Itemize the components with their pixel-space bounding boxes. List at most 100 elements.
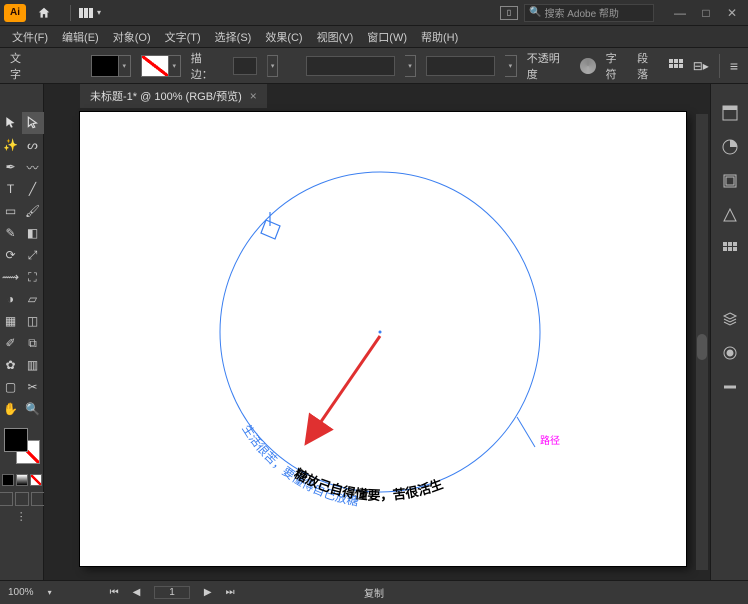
menu-edit[interactable]: 编辑(E): [56, 27, 105, 47]
width-tool[interactable]: ⟿: [0, 266, 22, 288]
eraser-tool[interactable]: ◧: [22, 222, 44, 244]
home-button[interactable]: [32, 4, 56, 22]
curvature-tool[interactable]: 〰: [22, 156, 44, 178]
var-width-dropdown[interactable]: ▾: [405, 55, 417, 77]
align-icon[interactable]: [669, 59, 683, 73]
artboard-tool[interactable]: ▢: [0, 376, 22, 398]
draw-modes[interactable]: [0, 492, 45, 506]
artboard-nav-next[interactable]: ▶: [204, 587, 212, 598]
stroke-color[interactable]: ▾: [141, 55, 181, 77]
character-panel-link[interactable]: 字符: [606, 50, 628, 82]
line-tool[interactable]: ╱: [22, 178, 44, 200]
color-mode-row[interactable]: [2, 474, 42, 486]
rotate-tool[interactable]: ⟳: [0, 244, 22, 266]
artboard-nav-prev[interactable]: ◀: [133, 587, 141, 598]
canvas-area[interactable]: 未标题-1* @ 100% (RGB/预览) × 路径: [44, 84, 710, 580]
perspective-tool[interactable]: ▱: [22, 288, 44, 310]
stroke-label: 描边：: [191, 50, 223, 82]
menu-object[interactable]: 对象(O): [107, 27, 157, 47]
status-bar: 100% ▾ ⏮ ◀ 1 ▶ ⏭ 复制: [0, 580, 748, 604]
paragraph-panel-link[interactable]: 段落: [637, 50, 659, 82]
artboard-nav-last[interactable]: ⏭: [226, 587, 235, 598]
vertical-scrollbar[interactable]: [696, 114, 708, 570]
gradient-tool[interactable]: ◫: [22, 310, 44, 332]
minimize-button[interactable]: —: [668, 4, 692, 22]
fill-color[interactable]: ▾: [91, 55, 131, 77]
pen-tool[interactable]: ✒: [0, 156, 22, 178]
lasso-tool[interactable]: ᔕ: [22, 134, 44, 156]
color-panel-icon[interactable]: [721, 138, 739, 156]
appearance-panel-icon[interactable]: [721, 344, 739, 362]
slice-tool[interactable]: ✂: [22, 376, 44, 398]
magic-wand-tool[interactable]: ✨: [0, 134, 22, 156]
brush-def[interactable]: [426, 56, 495, 76]
title-bar: Ai ▾ ▯ 🔍 搜索 Adobe 帮助 — □ ✕: [0, 0, 748, 26]
scale-tool[interactable]: ⤢: [22, 244, 44, 266]
shape-builder-tool[interactable]: ◑: [0, 288, 22, 310]
workspace-selector[interactable]: ▾: [79, 6, 101, 20]
toolbox: ✨ᔕ ✒〰 T╱ ▭🖌 ✎◧ ⟳⤢ ⟿⛶ ◑▱ ▦◫ ✐⧉ ✿▥ ▢✂ ✋🔍 ⋯: [0, 84, 44, 580]
hand-tool[interactable]: ✋: [0, 398, 22, 420]
artboard-nav-first[interactable]: ⏮: [110, 587, 119, 598]
isolate-button[interactable]: ⊟▸: [693, 59, 709, 73]
zoom-tool[interactable]: 🔍: [22, 398, 44, 420]
panel-dock: [710, 84, 748, 580]
menu-help[interactable]: 帮助(H): [415, 27, 464, 47]
stroke-weight-dropdown[interactable]: ▾: [267, 55, 279, 77]
edit-toolbar-button[interactable]: ⋯: [15, 506, 29, 526]
var-width-profile[interactable]: [306, 56, 394, 76]
zoom-level[interactable]: 100%: [8, 587, 34, 598]
blend-tool[interactable]: ⧉: [22, 332, 44, 354]
app-logo: Ai: [4, 4, 26, 22]
options-menu-icon[interactable]: ≡: [730, 58, 738, 74]
direct-selection-tool[interactable]: [22, 112, 44, 134]
libraries-panel-icon[interactable]: [721, 172, 739, 190]
panels-icon: [79, 6, 93, 20]
properties-panel-icon[interactable]: [721, 104, 739, 122]
chevron-down-icon[interactable]: ▾: [48, 588, 52, 597]
path-label: 路径: [540, 434, 560, 447]
search-placeholder: 搜索 Adobe 帮助: [544, 5, 618, 20]
recolor-button[interactable]: [580, 58, 596, 74]
stroke-weight-input[interactable]: [233, 57, 257, 75]
menu-type[interactable]: 文字(T): [159, 27, 207, 47]
options-bar: 文字 ▾ ▾ 描边： ▾ ▾ ▾ 不透明度 字符 段落 ⊟▸ ≡: [0, 48, 748, 84]
help-search[interactable]: 🔍 搜索 Adobe 帮助: [524, 4, 654, 22]
swatches-panel-icon[interactable]: [721, 240, 739, 258]
brush-dropdown[interactable]: ▾: [505, 55, 517, 77]
free-transform-tool[interactable]: ⛶: [22, 266, 44, 288]
center-point: [379, 331, 382, 334]
document-tab[interactable]: 未标题-1* @ 100% (RGB/预览) ×: [80, 84, 267, 108]
selection-tool[interactable]: [0, 112, 22, 134]
menu-file[interactable]: 文件(F): [6, 27, 54, 47]
opacity-label: 不透明度: [527, 50, 570, 82]
close-button[interactable]: ✕: [720, 4, 744, 22]
shaper-tool[interactable]: ✎: [0, 222, 22, 244]
scrollbar-thumb[interactable]: [697, 334, 707, 360]
share-doc-button[interactable]: ▯: [500, 6, 518, 20]
menu-effect[interactable]: 效果(C): [259, 27, 308, 47]
options-context-label: 文字: [10, 50, 32, 82]
symbol-sprayer-tool[interactable]: ✿: [0, 354, 22, 376]
menu-select[interactable]: 选择(S): [209, 27, 258, 47]
menu-view[interactable]: 视图(V): [311, 27, 360, 47]
mesh-tool[interactable]: ▦: [0, 310, 22, 332]
main-area: ✨ᔕ ✒〰 T╱ ▭🖌 ✎◧ ⟳⤢ ⟿⛶ ◑▱ ▦◫ ✐⧉ ✿▥ ▢✂ ✋🔍 ⋯…: [0, 84, 748, 580]
rectangle-tool[interactable]: ▭: [0, 200, 22, 222]
fill-stroke-swatch[interactable]: [4, 428, 40, 464]
stroke-panel-icon[interactable]: [721, 378, 739, 396]
path-text-black[interactable]: 糖放己自得懂要，苦很活生: [292, 466, 445, 503]
path-handle[interactable]: [517, 417, 535, 447]
eyedropper-tool[interactable]: ✐: [0, 332, 22, 354]
artboard[interactable]: 路径 生活很苦，要懂得自己放糖 糖放己自得懂要，苦很活生: [80, 112, 686, 566]
menu-window[interactable]: 窗口(W): [361, 27, 413, 47]
status-mode: 复制: [364, 585, 384, 600]
graph-tool[interactable]: ▥: [22, 354, 44, 376]
tab-close-button[interactable]: ×: [250, 89, 257, 103]
type-tool[interactable]: T: [0, 178, 22, 200]
artboard-number[interactable]: 1: [154, 586, 190, 599]
color-guide-panel-icon[interactable]: [721, 206, 739, 224]
layers-panel-icon[interactable]: [721, 310, 739, 328]
paintbrush-tool[interactable]: 🖌: [22, 200, 44, 222]
maximize-button[interactable]: □: [694, 4, 718, 22]
